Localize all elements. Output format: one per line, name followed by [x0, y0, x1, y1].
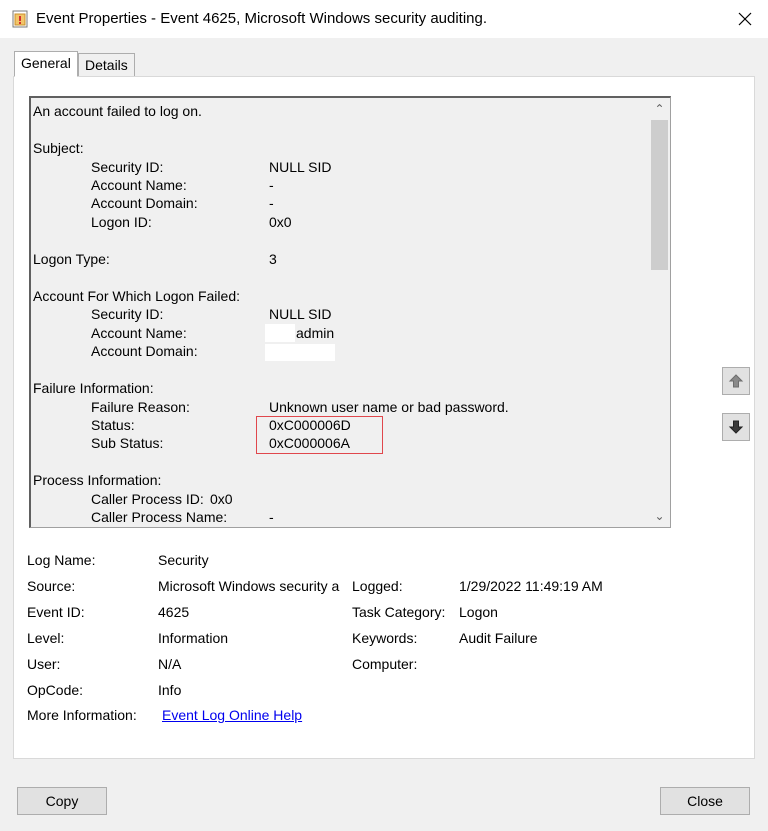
- scroll-up-icon[interactable]: ⌃: [649, 100, 670, 118]
- log-name-label: Log Name:: [27, 552, 96, 568]
- tab-details-label: Details: [85, 57, 128, 73]
- source-label: Source:: [27, 578, 76, 594]
- level-label: Level:: [27, 630, 65, 646]
- description-scrollbar[interactable]: ⌃ ⌄: [649, 98, 670, 527]
- level-value: Information: [158, 630, 229, 646]
- subject-account-domain: -: [269, 195, 274, 211]
- opcode-label: OpCode:: [27, 682, 84, 698]
- previous-event-button[interactable]: [722, 367, 750, 395]
- window-title: Event Properties - Event 4625, Microsoft…: [36, 10, 488, 27]
- caller-process-id: 0x0: [210, 491, 233, 507]
- status-highlight-box: [256, 416, 383, 454]
- logon-type-value: 3: [269, 251, 277, 267]
- scroll-thumb[interactable]: [651, 120, 668, 270]
- caller-process-name: -: [269, 509, 274, 525]
- logged-value: 1/29/2022 11:49:19 AM: [459, 578, 603, 594]
- event-log-online-help-link[interactable]: Event Log Online Help: [162, 707, 302, 723]
- subject-logon-id-label: Logon ID:: [91, 214, 152, 230]
- copy-button[interactable]: Copy: [17, 787, 107, 815]
- failure-reason-label: Failure Reason:: [91, 399, 190, 415]
- close-icon[interactable]: [722, 0, 768, 38]
- subject-security-id-label: Security ID:: [91, 159, 164, 175]
- task-category-label: Task Category:: [352, 604, 446, 620]
- subject-account-name-label: Account Name:: [91, 177, 187, 193]
- close-button-label: Close: [687, 793, 723, 809]
- computer-label: Computer:: [352, 656, 418, 672]
- user-value: N/A: [158, 656, 182, 672]
- subject-account-domain-label: Account Domain:: [91, 195, 198, 211]
- caller-process-id-label: Caller Process ID:: [91, 491, 204, 507]
- subject-logon-id: 0x0: [269, 214, 292, 230]
- event-viewer-icon: [12, 10, 28, 28]
- opcode-value: Info: [158, 682, 182, 698]
- source-value: Microsoft Windows security a: [158, 578, 340, 594]
- keywords-label: Keywords:: [352, 630, 418, 646]
- event-id-label: Event ID:: [27, 604, 85, 620]
- sub-status-label: Sub Status:: [91, 435, 164, 451]
- failed-account-name-label: Account Name:: [91, 325, 187, 341]
- next-event-button[interactable]: [722, 413, 750, 441]
- failed-security-id: NULL SID: [269, 306, 332, 322]
- failed-security-id-label: Security ID:: [91, 306, 164, 322]
- event-id-value: 4625: [158, 604, 190, 620]
- failed-account-heading: Account For Which Logon Failed:: [33, 288, 240, 304]
- log-name-value: Security: [158, 552, 209, 568]
- task-category-value: Logon: [459, 604, 498, 620]
- close-button[interactable]: Close: [660, 787, 750, 815]
- redacted-computer-value: [459, 655, 651, 675]
- event-description-textbox[interactable]: An account failed to log on. Subject: Se…: [29, 96, 671, 528]
- keywords-value: Audit Failure: [459, 630, 538, 646]
- failure-heading: Failure Information:: [33, 380, 154, 396]
- redacted-account-prefix: [265, 324, 295, 342]
- copy-button-label: Copy: [45, 793, 79, 809]
- arrow-down-icon: [728, 420, 744, 434]
- description-headline: An account failed to log on.: [33, 103, 202, 119]
- logged-label: Logged:: [352, 578, 403, 594]
- tab-details[interactable]: Details: [78, 53, 135, 77]
- redacted-account-domain: [265, 344, 335, 361]
- status-label: Status:: [91, 417, 135, 433]
- subject-account-name: -: [269, 177, 274, 193]
- subject-security-id: NULL SID: [269, 159, 332, 175]
- failure-reason: Unknown user name or bad password.: [269, 399, 509, 415]
- scroll-down-icon[interactable]: ⌄: [649, 507, 670, 525]
- subject-heading: Subject:: [33, 140, 84, 156]
- tab-general-label: General: [21, 55, 71, 71]
- logon-type-label: Logon Type:: [33, 251, 110, 267]
- title-bar: Event Properties - Event 4625, Microsoft…: [0, 0, 768, 38]
- tab-general[interactable]: General: [14, 51, 78, 77]
- process-heading: Process Information:: [33, 472, 162, 488]
- user-label: User:: [27, 656, 61, 672]
- more-information-label: More Information:: [27, 707, 137, 723]
- arrow-up-icon: [728, 374, 744, 388]
- failed-account-name: admin: [296, 325, 335, 341]
- failed-account-domain-label: Account Domain:: [91, 343, 198, 359]
- caller-process-name-label: Caller Process Name:: [91, 509, 228, 525]
